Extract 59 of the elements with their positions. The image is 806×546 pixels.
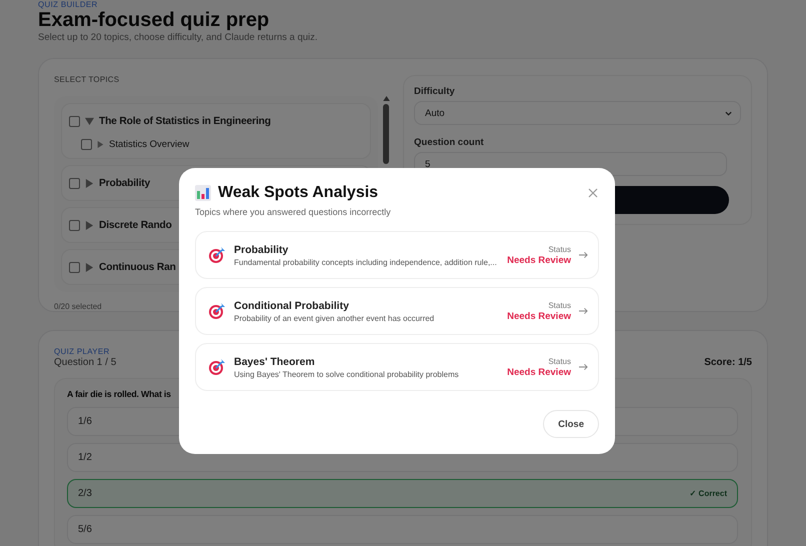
status-value: Needs Review: [507, 366, 571, 378]
weak-topic-item[interactable]: Conditional Probability Probability of an event given another event has occurred Status Needs Review: [195, 287, 599, 335]
answer-option[interactable]: 2/3 ✓ Correct: [67, 479, 738, 508]
section-eyebrow: QUIZ PLAYER: [54, 347, 111, 357]
topic-label: Continuous Ran: [99, 262, 176, 272]
status-label: Status: [548, 244, 571, 254]
target-icon: [208, 358, 226, 376]
close-button[interactable]: Close: [543, 410, 599, 438]
question-number: Question 1 / 5: [54, 357, 116, 368]
checkbox[interactable]: [69, 262, 80, 272]
target-icon: [208, 246, 226, 264]
arrow-right-icon: [579, 251, 588, 259]
topic-description: Using Bayes' Theorem to solve conditional probability problems: [234, 370, 460, 378]
checkbox[interactable]: [69, 220, 80, 230]
status-value: Needs Review: [507, 310, 571, 322]
arrow-right-icon: [579, 307, 588, 315]
correct-tag: ✓ Correct: [689, 489, 727, 498]
difficulty-select[interactable]: Auto: [414, 101, 741, 125]
caret-right-icon[interactable]: [97, 140, 104, 148]
scrollbar-thumb[interactable]: [383, 104, 389, 164]
topic-label: Statistics Overview: [109, 138, 190, 150]
caret-right-icon[interactable]: [85, 262, 94, 272]
modal-subtitle: Topics where you answered questions incorrectly: [195, 207, 392, 217]
page-subtitle: Select up to 20 topics, choose difficulty, and Claude returns a quiz.: [38, 32, 319, 43]
field-label: Question count: [414, 137, 485, 148]
status-value: Needs Review: [507, 254, 571, 266]
topic-label: Discrete Rando: [99, 220, 172, 230]
page-title: Exam-focused quiz prep: [38, 10, 270, 30]
answer-option[interactable]: 5/6: [67, 515, 738, 544]
chevron-down-icon: [725, 110, 732, 116]
selected-count: 0/20 selected: [54, 302, 102, 311]
caret-right-icon[interactable]: [85, 220, 94, 230]
status-label: Status: [548, 356, 571, 366]
topic-label: The Role of Statistics in Engineering: [99, 116, 271, 126]
weak-topic-item[interactable]: Probability Fundamental probability concepts including independence, addition rule,... Status Needs Review: [195, 231, 599, 279]
close-icon[interactable]: [587, 187, 599, 199]
caret-right-icon[interactable]: [85, 178, 94, 188]
checkbox[interactable]: [69, 116, 80, 126]
weak-topic-item[interactable]: Bayes' Theorem Using Bayes' Theorem to solve conditional probability problems Status Needs Review: [195, 343, 599, 391]
section-eyebrow: QUIZ BUILDER: [38, 0, 99, 10]
status-label: Status: [548, 300, 571, 310]
score-label: Score: 1/5: [704, 357, 752, 368]
topic-label: Probability: [99, 178, 150, 188]
checkbox[interactable]: [81, 138, 92, 150]
topics-heading: SELECT TOPICS: [54, 75, 120, 84]
checkbox[interactable]: [69, 178, 80, 188]
question-text: A fair die is rolled. What is: [67, 389, 172, 399]
topic-name: Conditional Probability: [234, 300, 350, 312]
modal-title: Weak Spots Analysis: [218, 184, 378, 202]
topic-description: Probability of an event given another event has occurred: [234, 314, 436, 322]
arrow-right-icon: [579, 363, 588, 371]
caret-down-icon[interactable]: [85, 116, 94, 126]
topic-name: Bayes' Theorem: [234, 356, 316, 368]
bar-chart-icon: [195, 185, 211, 201]
topic-name: Probability: [234, 244, 290, 256]
target-icon: [208, 302, 226, 320]
scroll-up-icon[interactable]: [382, 96, 390, 101]
topic-description: Fundamental probability concepts including independence, addition rule,...: [234, 258, 498, 266]
field-label: Difficulty: [414, 86, 456, 97]
